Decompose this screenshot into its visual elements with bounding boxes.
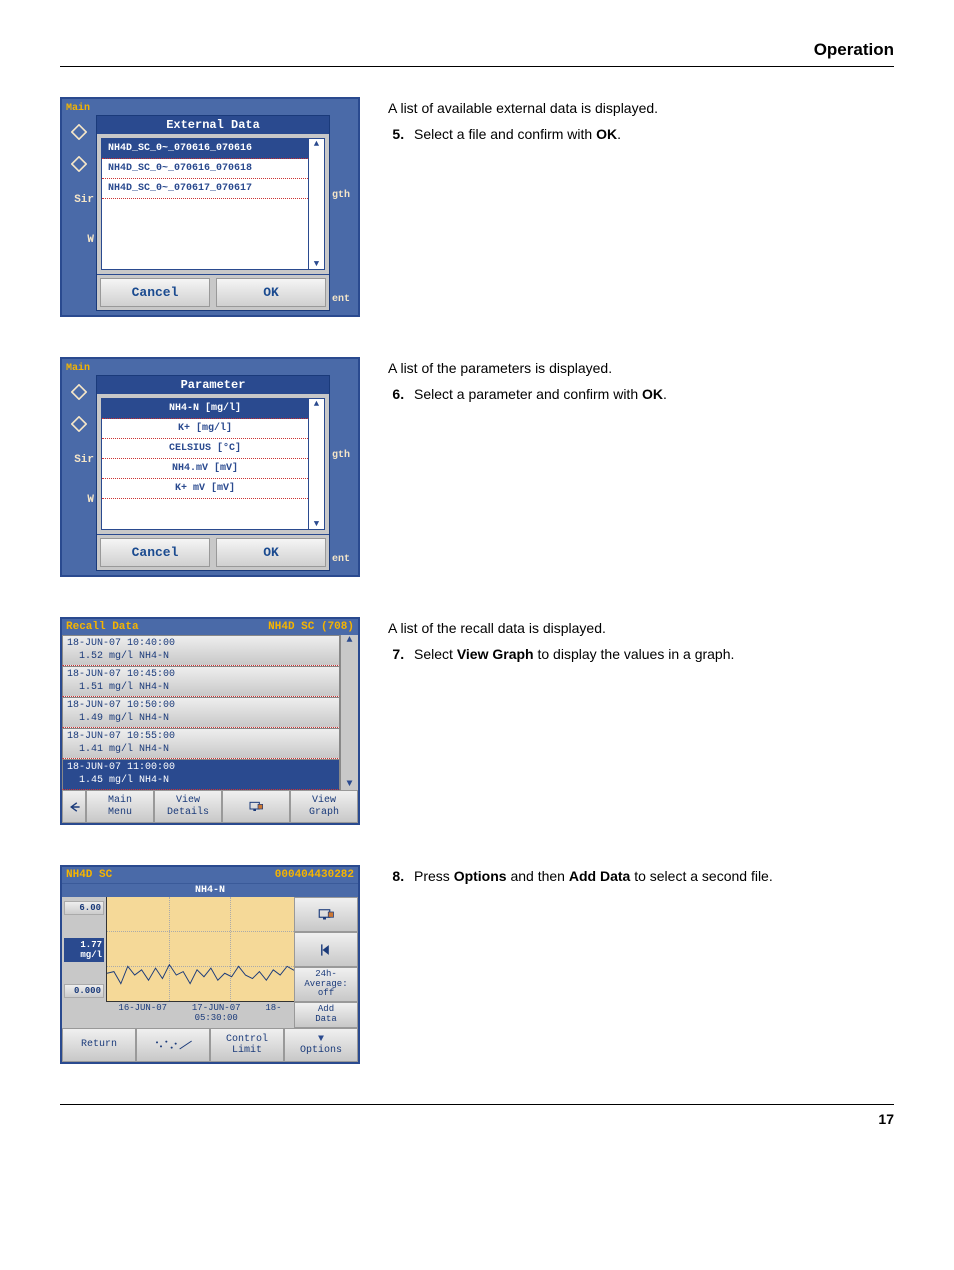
diamond-icon <box>64 148 94 180</box>
scroll-up-icon[interactable]: ▲ <box>314 399 319 409</box>
screenshot-recall-data: Recall Data NH4D SC (708) 18-JUN-07 10:4… <box>60 617 360 825</box>
external-data-popup: External Data NH4D_SC_0~_070616_070616 N… <box>96 115 330 311</box>
scroll-up-icon[interactable]: ▲ <box>346 635 352 646</box>
table-row[interactable]: 18-JUN-07 10:50:001.49 mg/l NH4-N <box>62 697 340 728</box>
list-item[interactable]: K+ [mg/l] <box>102 419 308 439</box>
table-row[interactable]: 18-JUN-07 10:55:001.41 mg/l NH4-N <box>62 728 340 759</box>
pc-link-icon[interactable] <box>222 790 290 823</box>
step-6: Select a parameter and confirm with OK. <box>408 385 894 405</box>
page-number: 17 <box>60 1104 894 1127</box>
table-row[interactable]: 18-JUN-07 10:40:001.52 mg/l NH4-N <box>62 635 340 666</box>
diamond-icon <box>64 408 94 440</box>
bg-label-sir: Sir <box>64 180 94 220</box>
parameter-popup: Parameter NH4-N [mg/l] K+ [mg/l] CELSIUS… <box>96 375 330 571</box>
bg-label-w: W <box>64 480 94 520</box>
page-header-title: Operation <box>60 40 894 67</box>
list-item[interactable]: NH4D_SC_0~_070616_070618 <box>102 159 308 179</box>
list-item[interactable]: CELSIUS [°C] <box>102 439 308 459</box>
main-menu-button[interactable]: Main Menu <box>86 790 154 823</box>
list-item[interactable]: NH4.mV [mV] <box>102 459 308 479</box>
options-button[interactable]: ▼Options <box>284 1028 358 1062</box>
add-data-button[interactable]: Add Data <box>294 1002 358 1028</box>
main-label: Main <box>64 361 94 376</box>
bg-left-strip: Main Sir W <box>64 101 94 313</box>
scroll-down-icon[interactable]: ▼ <box>314 259 319 269</box>
file-list[interactable]: NH4D_SC_0~_070616_070616 NH4D_SC_0~_0706… <box>102 139 308 269</box>
scroll-down-icon[interactable]: ▼ <box>346 779 352 790</box>
row-external-data: Main Sir W gth ent External Data NH4D_SC… <box>60 97 894 317</box>
intro-text: A list of available external data is dis… <box>388 99 894 119</box>
step-5: Select a file and confirm with OK. <box>408 125 894 145</box>
recall-list[interactable]: 18-JUN-07 10:40:001.52 mg/l NH4-N 18-JUN… <box>62 635 340 790</box>
popup-title: Parameter <box>97 376 329 394</box>
screenshot-external-data: Main Sir W gth ent External Data NH4D_SC… <box>60 97 360 317</box>
scrollbar[interactable]: ▲ ▼ <box>308 399 324 529</box>
diamond-icon <box>64 116 94 148</box>
control-limit-button[interactable]: Control Limit <box>210 1028 284 1062</box>
y-min: 0.000 <box>64 984 104 998</box>
bg-left-strip: Main Sir W <box>64 361 94 573</box>
row-recall-data: Recall Data NH4D SC (708) 18-JUN-07 10:4… <box>60 617 894 825</box>
row-graph: NH4D SC 000404430282 NH4-N 6.00 1.77 mg/… <box>60 865 894 1064</box>
step-8: Press Options and then Add Data to selec… <box>408 867 894 887</box>
y-axis: 6.00 1.77 mg/l 0.000 <box>62 897 106 1002</box>
intro-text: A list of the recall data is displayed. <box>388 619 894 639</box>
pc-link-icon[interactable] <box>294 897 358 932</box>
cancel-button[interactable]: Cancel <box>100 538 210 567</box>
list-item[interactable]: NH4-N [mg/l] <box>102 399 308 419</box>
scrollbar[interactable]: ▲ ▼ <box>340 635 358 790</box>
bg-label-sir: Sir <box>64 440 94 480</box>
recall-device: NH4D SC (708) <box>268 621 354 633</box>
view-details-button[interactable]: View Details <box>154 790 222 823</box>
back-icon[interactable] <box>62 790 86 823</box>
x-axis: 16-JUN-07 17-JUN-07 05:30:00 18- <box>106 1002 294 1028</box>
graph-subtitle: NH4-N <box>62 883 358 897</box>
bg-right-strip: gth ent <box>330 361 356 573</box>
return-button[interactable]: Return <box>62 1028 136 1062</box>
scatter-icon[interactable] <box>136 1028 210 1062</box>
list-item[interactable]: K+ mV [mV] <box>102 479 308 499</box>
chart-plot-area[interactable] <box>106 897 294 1002</box>
scroll-down-icon[interactable]: ▼ <box>314 519 319 529</box>
y-current-value: 1.77 mg/l <box>64 938 104 962</box>
popup-title: External Data <box>97 116 329 134</box>
table-row[interactable]: 18-JUN-07 11:00:001.45 mg/l NH4-N <box>62 759 340 790</box>
graph-device-serial: 000404430282 <box>275 869 354 881</box>
y-max: 6.00 <box>64 901 104 915</box>
scrollbar[interactable]: ▲ ▼ <box>308 139 324 269</box>
main-label: Main <box>64 101 94 116</box>
list-item[interactable]: NH4D_SC_0~_070617_070617 <box>102 179 308 199</box>
intro-text: A list of the parameters is displayed. <box>388 359 894 379</box>
recall-title: Recall Data <box>66 621 139 633</box>
step-7: Select View Graph to display the values … <box>408 645 894 665</box>
table-row[interactable]: 18-JUN-07 10:45:001.51 mg/l NH4-N <box>62 666 340 697</box>
ok-button[interactable]: OK <box>216 278 326 307</box>
avg-24h-label[interactable]: 24h-Average: off <box>294 967 358 1002</box>
cursor-left-icon[interactable] <box>294 932 358 967</box>
diamond-icon <box>64 376 94 408</box>
screenshot-graph: NH4D SC 000404430282 NH4-N 6.00 1.77 mg/… <box>60 865 360 1064</box>
graph-device-name: NH4D SC <box>66 869 112 881</box>
scroll-up-icon[interactable]: ▲ <box>314 139 319 149</box>
view-graph-button[interactable]: View Graph <box>290 790 358 823</box>
ok-button[interactable]: OK <box>216 538 326 567</box>
bg-label-w: W <box>64 220 94 260</box>
screenshot-parameter: Main Sir W gth ent Parameter NH4-N [mg/l… <box>60 357 360 577</box>
row-parameter: Main Sir W gth ent Parameter NH4-N [mg/l… <box>60 357 894 577</box>
list-item[interactable]: NH4D_SC_0~_070616_070616 <box>102 139 308 159</box>
bg-right-strip: gth ent <box>330 101 356 313</box>
parameter-list[interactable]: NH4-N [mg/l] K+ [mg/l] CELSIUS [°C] NH4.… <box>102 399 308 529</box>
cancel-button[interactable]: Cancel <box>100 278 210 307</box>
